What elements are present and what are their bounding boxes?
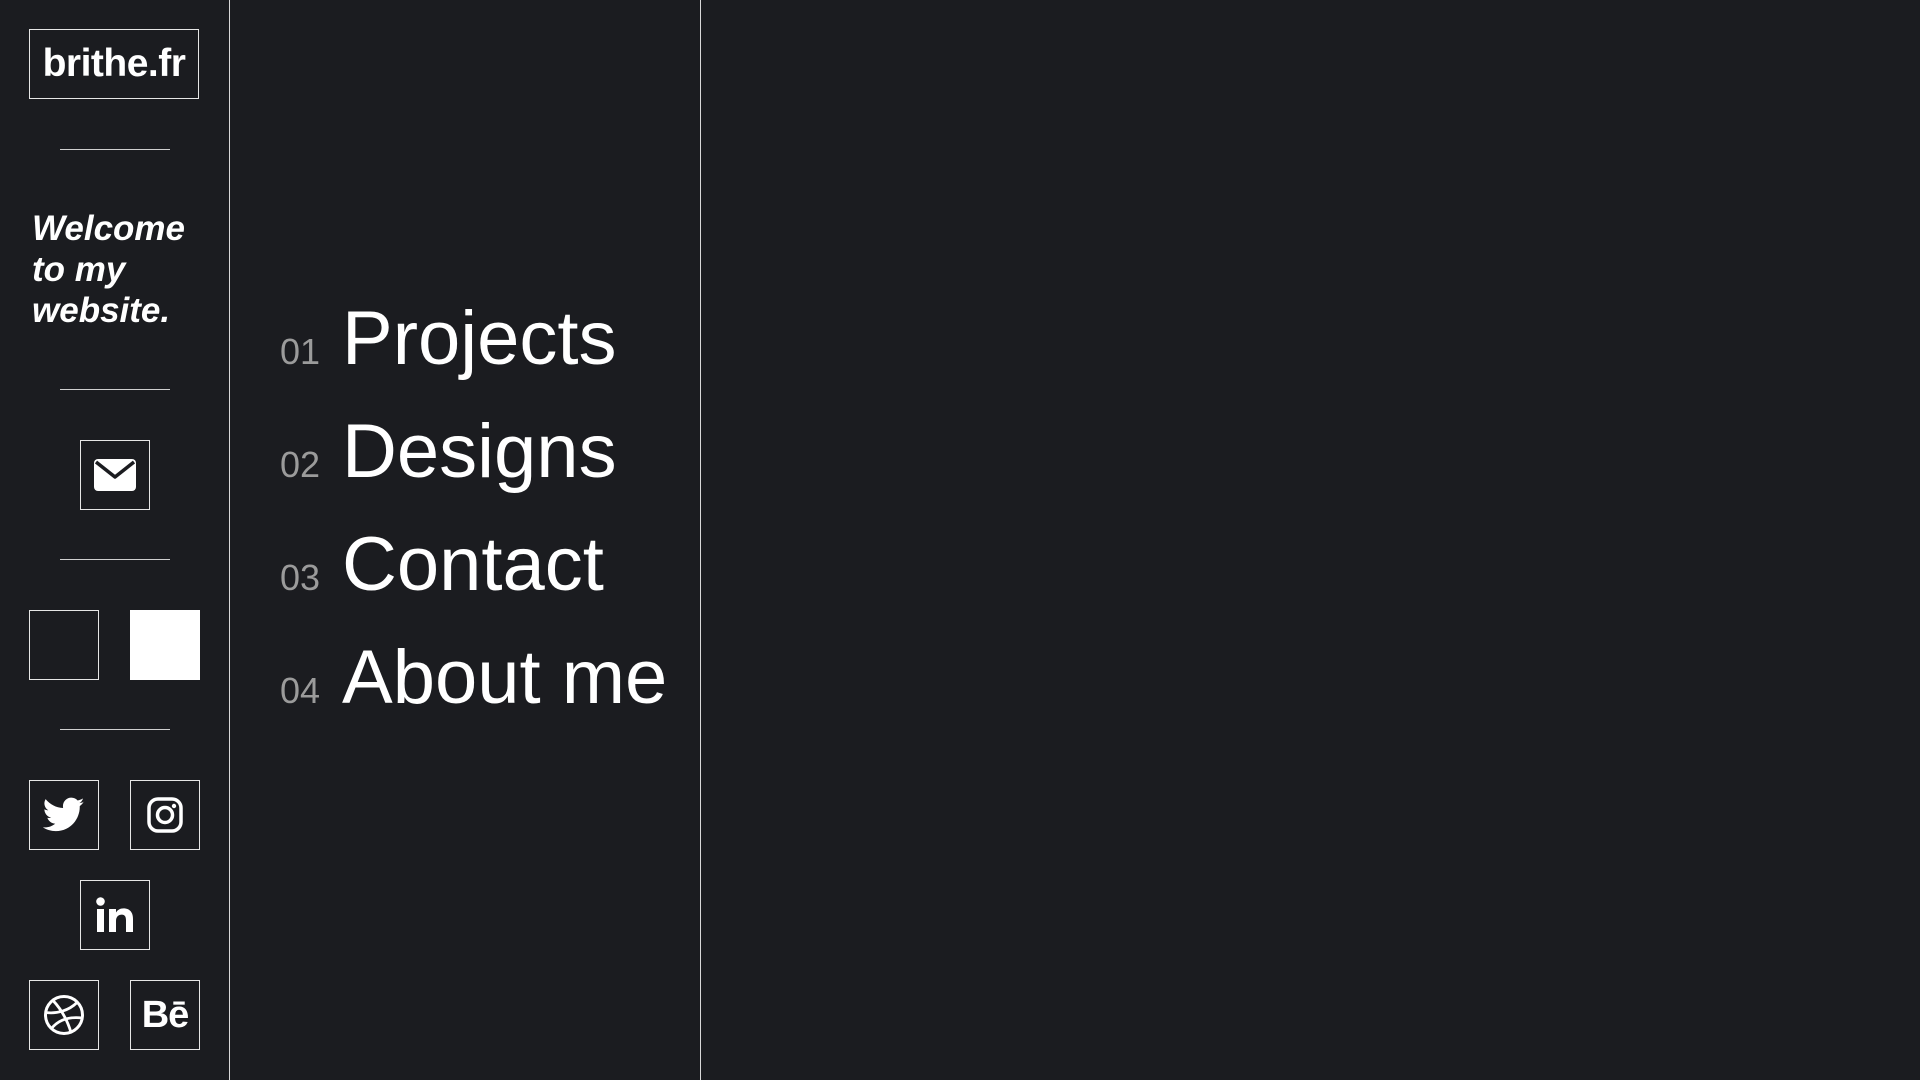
linkedin-icon bbox=[95, 896, 135, 934]
page: brithe.fr Welcome to my website. Bē 01 P… bbox=[0, 0, 1920, 1080]
divider bbox=[60, 149, 170, 150]
welcome-line-3: website. bbox=[32, 291, 171, 330]
divider bbox=[60, 729, 170, 730]
nav-item-designs[interactable]: 02 Designs bbox=[280, 408, 617, 498]
dribbble-button[interactable] bbox=[29, 980, 99, 1050]
dribbble-icon bbox=[43, 994, 85, 1036]
nav-item-contact[interactable]: 03 Contact bbox=[280, 521, 604, 611]
welcome-line-1: Welcome bbox=[32, 209, 186, 248]
nav-item-number: 04 bbox=[280, 670, 321, 711]
main-nav: 01 Projects 02 Designs 03 Contact 04 Abo… bbox=[230, 0, 701, 1080]
nav-item-label: Projects bbox=[342, 296, 617, 381]
divider bbox=[60, 389, 170, 390]
nav-item-about-me[interactable]: 04 About me bbox=[280, 634, 667, 724]
email-button[interactable] bbox=[80, 440, 150, 510]
nav-item-number: 01 bbox=[280, 331, 321, 372]
linkedin-button[interactable] bbox=[80, 880, 150, 950]
envelope-icon bbox=[94, 459, 136, 491]
nav-item-label: Designs bbox=[342, 409, 617, 494]
behance-icon: Bē bbox=[141, 993, 190, 1036]
main-content bbox=[701, 0, 1920, 1080]
nav-item-projects[interactable]: 01 Projects bbox=[280, 295, 617, 385]
welcome-text: Welcome to my website. bbox=[32, 208, 202, 331]
theme-dark-toggle[interactable] bbox=[29, 610, 99, 680]
behance-button[interactable]: Bē bbox=[130, 980, 200, 1050]
welcome-line-2: to my bbox=[32, 250, 126, 289]
twitter-icon bbox=[43, 797, 85, 833]
site-logo[interactable]: brithe.fr bbox=[29, 29, 199, 99]
theme-light-toggle[interactable] bbox=[130, 610, 200, 680]
nav-item-label: About me bbox=[342, 635, 668, 720]
nav-item-number: 03 bbox=[280, 557, 321, 598]
nav-item-label: Contact bbox=[342, 522, 604, 607]
sidebar: brithe.fr Welcome to my website. Bē bbox=[0, 0, 230, 1080]
instagram-button[interactable] bbox=[130, 780, 200, 850]
twitter-button[interactable] bbox=[29, 780, 99, 850]
divider bbox=[60, 559, 170, 560]
instagram-icon bbox=[146, 796, 184, 834]
nav-item-number: 02 bbox=[280, 444, 321, 485]
